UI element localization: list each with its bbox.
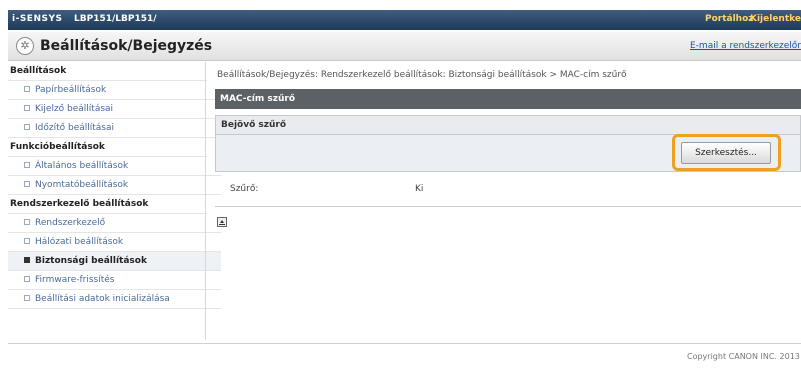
subsection-title: Bejövő szűrő: [221, 120, 287, 130]
edit-button[interactable]: Szerkesztés...: [681, 142, 771, 164]
subsection-header: Bejövő szűrő: [215, 115, 801, 135]
sidebar-item-display[interactable]: Kijelző beállításai: [8, 100, 221, 119]
section-header: MAC-cím szűrő: [215, 89, 801, 109]
sidebar-item-network[interactable]: Hálózati beállítások: [8, 233, 221, 252]
brand-logo: i-SENSYS: [12, 14, 63, 24]
sidebar-item-printer[interactable]: Nyomtatóbeállítások: [8, 176, 221, 195]
sidebar-item-timer[interactable]: Időzítő beállításai: [8, 119, 221, 138]
bullet-icon: [24, 256, 30, 263]
bullet-icon: [24, 104, 30, 111]
portal-link[interactable]: Portálhoz: [705, 14, 754, 24]
filter-value: Ki: [415, 184, 424, 194]
device-model: LBP151/LBP151/: [74, 14, 157, 24]
filter-row: Szűrő: Ki: [215, 172, 801, 207]
bullet-icon: [24, 218, 30, 225]
breadcrumb: Beállítások/Bejegyzés: Rendszerkezelő be…: [217, 70, 627, 80]
sidebar-item-firmware[interactable]: Firmware-frissítés: [8, 271, 221, 290]
logout-link[interactable]: Kijelentkezé: [750, 14, 801, 24]
sidebar-item-system-manager[interactable]: Rendszerkezelő: [8, 214, 221, 233]
sidebar-item-paper[interactable]: Papírbeállítások: [8, 81, 221, 100]
section-title: MAC-cím szűrő: [220, 94, 296, 104]
sidebar-heading-functions[interactable]: Funkcióbeállítások: [8, 138, 207, 157]
bullet-icon: [24, 275, 30, 282]
sidebar: Beállítások Papírbeállítások Kijelző beá…: [8, 62, 221, 342]
sidebar-item-init-settings[interactable]: Beállítási adatok inicializálása: [8, 290, 221, 309]
bullet-icon: [24, 294, 30, 301]
page-top-icon[interactable]: [217, 217, 227, 227]
bullet-icon: [24, 85, 30, 92]
top-bar: i-SENSYS LBP151/LBP151/ Portálhoz Kijele…: [8, 10, 801, 30]
filter-label: Szűrő:: [230, 184, 259, 194]
bullet-icon: [24, 123, 30, 130]
bullet-icon: [24, 180, 30, 187]
copyright: Copyright CANON INC. 2013: [687, 352, 800, 361]
sidebar-heading-system-admin[interactable]: Rendszerkezelő beállítások: [8, 195, 207, 214]
sidebar-item-security[interactable]: Biztonsági beállítások: [8, 252, 221, 271]
bullet-icon: [24, 237, 30, 244]
sidebar-heading-settings[interactable]: Beállítások: [8, 62, 207, 81]
email-admin-link[interactable]: E-mail a rendszerkezelőnek: [690, 41, 801, 51]
page-title: Beállítások/Bejegyzés: [40, 38, 213, 54]
bullet-icon: [24, 161, 30, 168]
settings-icon: ✲: [16, 37, 34, 55]
sidebar-divider: [205, 62, 206, 340]
sidebar-item-general[interactable]: Általános beállítások: [8, 157, 221, 176]
page-header: ✲ Beállítások/Bejegyzés E-mail a rendsze…: [8, 32, 801, 61]
